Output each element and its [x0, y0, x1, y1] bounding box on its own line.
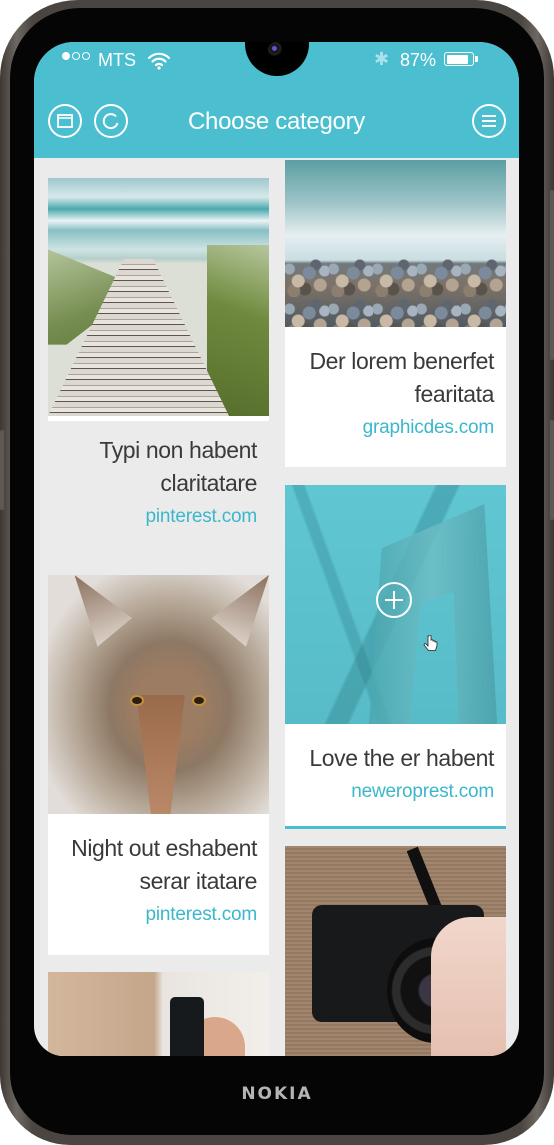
front-camera-icon: [268, 42, 284, 58]
category-card[interactable]: [48, 972, 269, 1056]
battery-icon: [444, 52, 478, 66]
card-caption: Love the er habent: [309, 745, 494, 771]
card-image-bridge: [285, 485, 506, 724]
bluetooth-icon: ✱: [374, 49, 390, 69]
power-button: [550, 420, 554, 520]
menu-icon: [482, 115, 496, 127]
signal-strength-icon: [62, 52, 90, 60]
category-card[interactable]: Der lorem benerfet fearitata graphicdes.…: [285, 160, 506, 467]
card-image-coyote: [48, 575, 269, 814]
side-key: [0, 430, 4, 510]
phone-frame: MTS ✱ 87% Choose category Typi non haben…: [0, 0, 554, 1145]
card-image-pebbles: [285, 160, 506, 327]
menu-button[interactable]: [472, 104, 506, 138]
card-image-camera: [285, 846, 506, 1056]
card-source-link[interactable]: graphicdes.com: [297, 417, 495, 439]
hand-cursor-icon: [423, 635, 438, 651]
category-card[interactable]: Typi non habent claritatare pinterest.co…: [48, 178, 269, 527]
card-caption: Der lorem benerfet fearitata: [309, 348, 494, 407]
card-caption: Night out eshabent serar itatare: [71, 835, 257, 894]
card-image-beach: [48, 178, 269, 416]
carrier-name: MTS: [98, 50, 136, 70]
card-caption: Typi non habent claritatare: [99, 437, 257, 496]
wifi-icon: [148, 52, 170, 70]
category-card[interactable]: Night out eshabent serar itatare pintere…: [48, 575, 269, 955]
category-card-active[interactable]: Love the er habent neweroprest.com: [285, 485, 506, 829]
card-image-room: [48, 972, 269, 1056]
add-category-button[interactable]: [376, 582, 412, 618]
battery-percent: 87%: [400, 50, 437, 70]
card-source-link[interactable]: neweroprest.com: [297, 781, 494, 803]
screen: MTS ✱ 87% Choose category Typi non haben…: [34, 42, 519, 1056]
device-brand-logo: NOKIA: [241, 1084, 313, 1104]
page-title: Choose category: [188, 108, 365, 135]
card-source-link[interactable]: pinterest.com: [60, 904, 258, 926]
category-card[interactable]: [285, 846, 506, 1056]
volume-button: [550, 190, 554, 360]
card-source-link[interactable]: pinterest.com: [60, 506, 258, 528]
